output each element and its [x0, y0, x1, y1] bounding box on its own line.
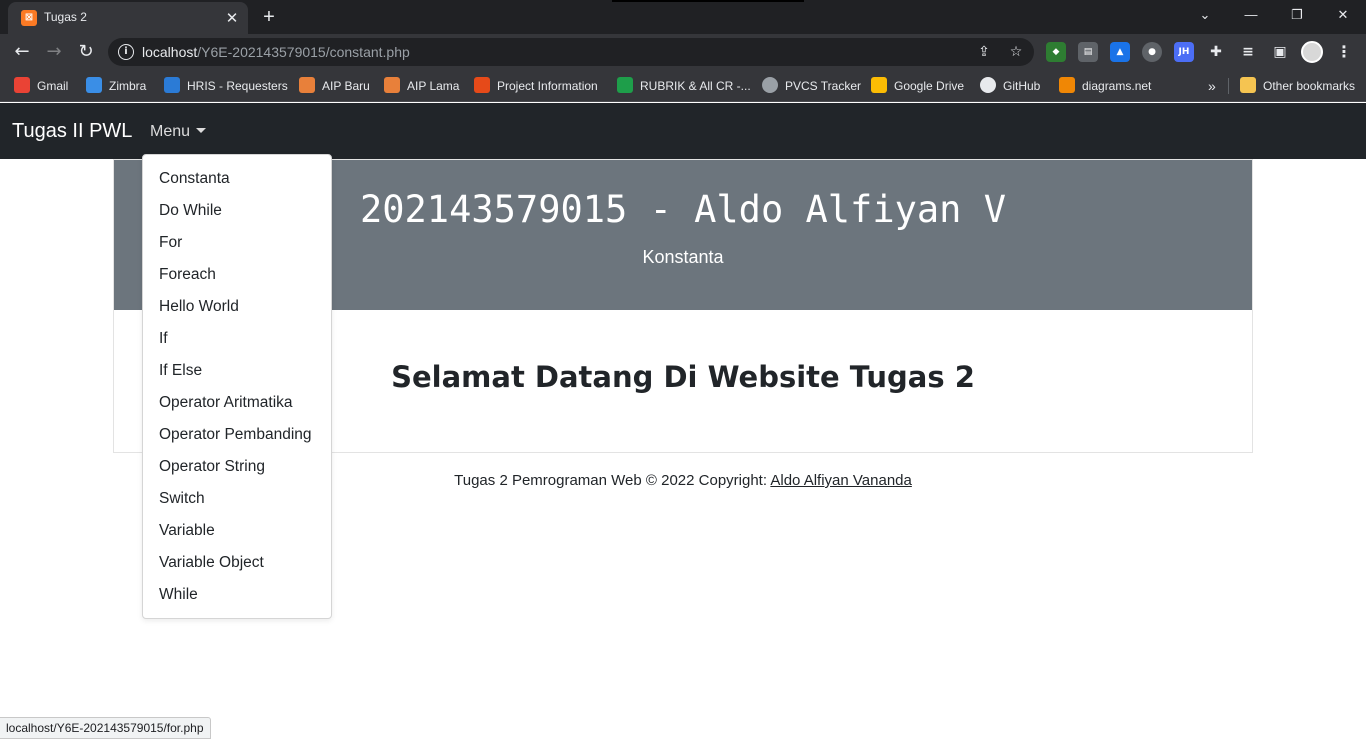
menu-item-switch[interactable]: Switch — [143, 483, 331, 515]
menu-dropdown-toggle[interactable]: Menu — [150, 123, 207, 141]
google-drive-icon — [871, 77, 887, 93]
bookmark-pvcs-tracker[interactable]: PVCS Tracker — [762, 76, 861, 96]
profile-avatar[interactable] — [1301, 41, 1323, 63]
gmail-icon — [14, 77, 30, 93]
status-bar-url: localhost/Y6E-202143579015/for.php — [0, 717, 211, 739]
more-menu-icon[interactable]: ⋮ — [1334, 42, 1354, 62]
url-path: /Y6E-202143579015/constant.php — [197, 44, 410, 60]
forward-arrow-icon[interactable]: → — [41, 39, 67, 65]
menu-label: Menu — [150, 123, 191, 140]
menu-item-operator-aritmatika[interactable]: Operator Aritmatika — [143, 387, 331, 419]
menu-item-if-else[interactable]: If Else — [143, 355, 331, 387]
bookmark-github[interactable]: GitHub — [980, 76, 1040, 96]
bookmark-label: GitHub — [1003, 79, 1041, 93]
menu-item-operator-string[interactable]: Operator String — [143, 451, 331, 483]
bookmark-aip-lama[interactable]: AIP Lama — [384, 76, 459, 96]
sheets-icon — [617, 77, 633, 93]
bookmark-label: Google Drive — [894, 79, 965, 93]
close-window-button[interactable]: ✕ — [1320, 0, 1366, 30]
bookmark-label: HRIS - Requesters — [187, 79, 288, 93]
menu-item-do-while[interactable]: Do While — [143, 195, 331, 227]
browser-tab-active[interactable]: ⊠ Tugas 2 ✕ — [8, 2, 248, 34]
menu-item-variable-object[interactable]: Variable Object — [143, 547, 331, 579]
tab-close-icon[interactable]: ✕ — [222, 8, 242, 28]
bookmark-google-drive[interactable]: Google Drive — [871, 76, 964, 96]
menu-item-variable[interactable]: Variable — [143, 515, 331, 547]
web-page: Tugas II PWL Menu 202143579015 - Aldo Al… — [0, 103, 1366, 740]
side-panel-icon[interactable]: ▣ — [1270, 42, 1290, 62]
diagrams-icon — [1059, 77, 1075, 93]
menu-item-if[interactable]: If — [143, 323, 331, 355]
url-host: localhost — [142, 44, 198, 60]
bookmark-hris[interactable]: HRIS - Requesters — [164, 76, 288, 96]
extensions-puzzle-icon[interactable]: ✚ — [1206, 42, 1226, 62]
url-text[interactable]: localhost/Y6E-202143579015/constant.php — [142, 44, 410, 60]
bookmark-rubrik[interactable]: RUBRIK & All CR -... — [617, 76, 751, 96]
extension-1-icon[interactable]: ◆ — [1046, 42, 1066, 62]
bookmark-star-icon[interactable]: ☆ — [1006, 42, 1026, 62]
bookmark-diagrams[interactable]: diagrams.net — [1059, 76, 1151, 96]
menu-item-operator-pembanding[interactable]: Operator Pembanding — [143, 419, 331, 451]
bookmark-label: Gmail — [37, 79, 69, 93]
address-bar[interactable]: i localhost/Y6E-202143579015/constant.ph… — [108, 38, 1034, 66]
bookmark-label: Project Information — [497, 79, 598, 93]
footer-author-link[interactable]: Aldo Alfiyan Vananda — [770, 472, 912, 489]
bookmark-label: diagrams.net — [1082, 79, 1152, 93]
site-navbar: Tugas II PWL Menu — [0, 103, 1366, 159]
xampp-favicon-icon: ⊠ — [21, 10, 37, 26]
google-drive-extension-icon[interactable]: ▲ — [1110, 42, 1130, 62]
footer-text: Tugas 2 Pemrograman Web © 2022 Copyright… — [454, 472, 771, 489]
bookmark-project-information[interactable]: Project Information — [474, 76, 598, 96]
extension-2-icon[interactable]: ▤ — [1078, 42, 1098, 62]
hris-icon — [164, 77, 180, 93]
globe-icon — [762, 77, 778, 93]
other-bookmarks[interactable]: Other bookmarks — [1240, 76, 1355, 96]
folder-icon — [1240, 77, 1256, 93]
bookmark-label: RUBRIK & All CR -... — [640, 79, 751, 93]
other-bookmarks-label: Other bookmarks — [1263, 79, 1356, 93]
browser-toolbar: ← → ↻ i localhost/Y6E-202143579015/const… — [0, 34, 1366, 70]
aip-icon — [299, 77, 315, 93]
bookmark-label: Zimbra — [109, 79, 147, 93]
bookmark-label: PVCS Tracker — [785, 79, 862, 93]
menu-item-while[interactable]: While — [143, 579, 331, 611]
bookmark-zimbra[interactable]: Zimbra — [86, 76, 146, 96]
project-icon — [474, 77, 490, 93]
minimize-button[interactable]: — — [1228, 0, 1274, 30]
bookmark-gmail[interactable]: Gmail — [14, 76, 68, 96]
bookmark-label: AIP Baru — [322, 79, 370, 93]
site-info-icon[interactable]: i — [118, 44, 134, 60]
reload-icon[interactable]: ↻ — [73, 39, 99, 65]
tab-search-button[interactable]: ⌄ — [1182, 0, 1228, 30]
bookmark-label: AIP Lama — [407, 79, 460, 93]
window-drag-indicator — [612, 0, 804, 2]
extension-4-icon[interactable]: ● — [1142, 42, 1162, 62]
bookmark-aip-baru[interactable]: AIP Baru — [299, 76, 370, 96]
github-icon — [980, 77, 996, 93]
menu-item-foreach[interactable]: Foreach — [143, 259, 331, 291]
caret-down-icon — [196, 128, 207, 133]
bookmarks-separator — [1228, 78, 1229, 94]
tab-strip: ⊠ Tugas 2 ✕ + ⌄ — ❐ ✕ — [0, 0, 1366, 34]
share-icon[interactable]: ⇪ — [974, 42, 994, 62]
navbar-brand[interactable]: Tugas II PWL — [12, 120, 132, 143]
back-arrow-icon[interactable]: ← — [9, 39, 35, 65]
zimbra-icon — [86, 77, 102, 93]
menu-item-constanta[interactable]: Constanta — [143, 163, 331, 195]
bookmarks-bar: Gmail Zimbra HRIS - Requesters AIP Baru … — [0, 70, 1366, 102]
restore-button[interactable]: ❐ — [1274, 0, 1320, 30]
media-control-icon[interactable]: ≡ — [1238, 42, 1258, 62]
tab-title: Tugas 2 — [44, 10, 87, 24]
bookmarks-overflow-button[interactable]: » — [1208, 76, 1216, 96]
menu-item-for[interactable]: For — [143, 227, 331, 259]
aip-icon — [384, 77, 400, 93]
menu-dropdown: Constanta Do While For Foreach Hello Wor… — [142, 154, 332, 619]
menu-item-hello-world[interactable]: Hello World — [143, 291, 331, 323]
new-tab-button[interactable]: + — [258, 6, 280, 28]
jh-extension-icon[interactable]: JH — [1174, 42, 1194, 62]
